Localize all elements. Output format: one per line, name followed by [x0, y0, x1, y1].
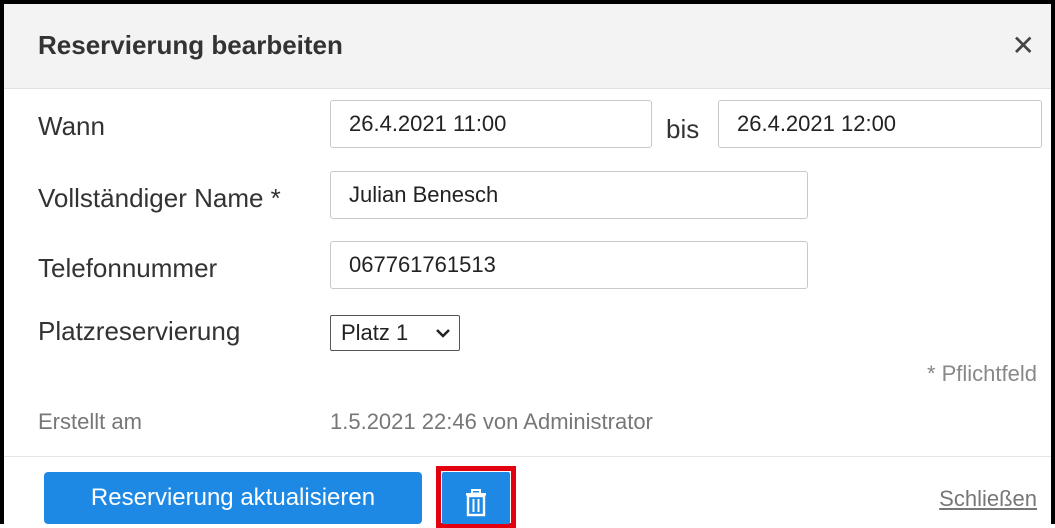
when-label: Wann [38, 111, 105, 141]
seat-select[interactable]: Platz 1 [330, 315, 460, 351]
seat-reservation-label: Platzreservierung [38, 316, 241, 346]
phone-input[interactable]: 067761761513 [330, 241, 808, 289]
seat-select-value: Platz 1 [341, 320, 409, 345]
update-reservation-button[interactable]: Reservierung aktualisieren [44, 472, 422, 524]
full-name-label: Vollständiger Name * [38, 183, 281, 213]
close-icon[interactable]: ✕ [1012, 32, 1035, 60]
dialog-header: Reservierung bearbeiten ✕ [4, 4, 1051, 89]
created-value: 1.5.2021 22:46 von Administrator [330, 409, 653, 434]
edit-reservation-dialog: Reservierung bearbeiten ✕ Wann 26.4.2021… [0, 0, 1055, 528]
required-field-hint: * Pflichtfeld [926, 361, 1037, 386]
trash-icon [442, 489, 510, 517]
delete-button[interactable] [442, 472, 510, 524]
full-name-input[interactable]: Julian Benesch [330, 171, 808, 219]
footer-divider [4, 456, 1051, 457]
phone-label: Telefonnummer [38, 253, 218, 283]
created-label: Erstellt am [38, 409, 142, 434]
end-datetime-input[interactable]: 26.4.2021 12:00 [718, 100, 1042, 148]
close-link[interactable]: Schließen [939, 486, 1037, 512]
until-label: bis [666, 114, 700, 144]
chevron-down-icon [435, 316, 451, 361]
start-datetime-input[interactable]: 26.4.2021 11:00 [330, 100, 652, 148]
dialog-title: Reservierung bearbeiten [38, 30, 343, 60]
